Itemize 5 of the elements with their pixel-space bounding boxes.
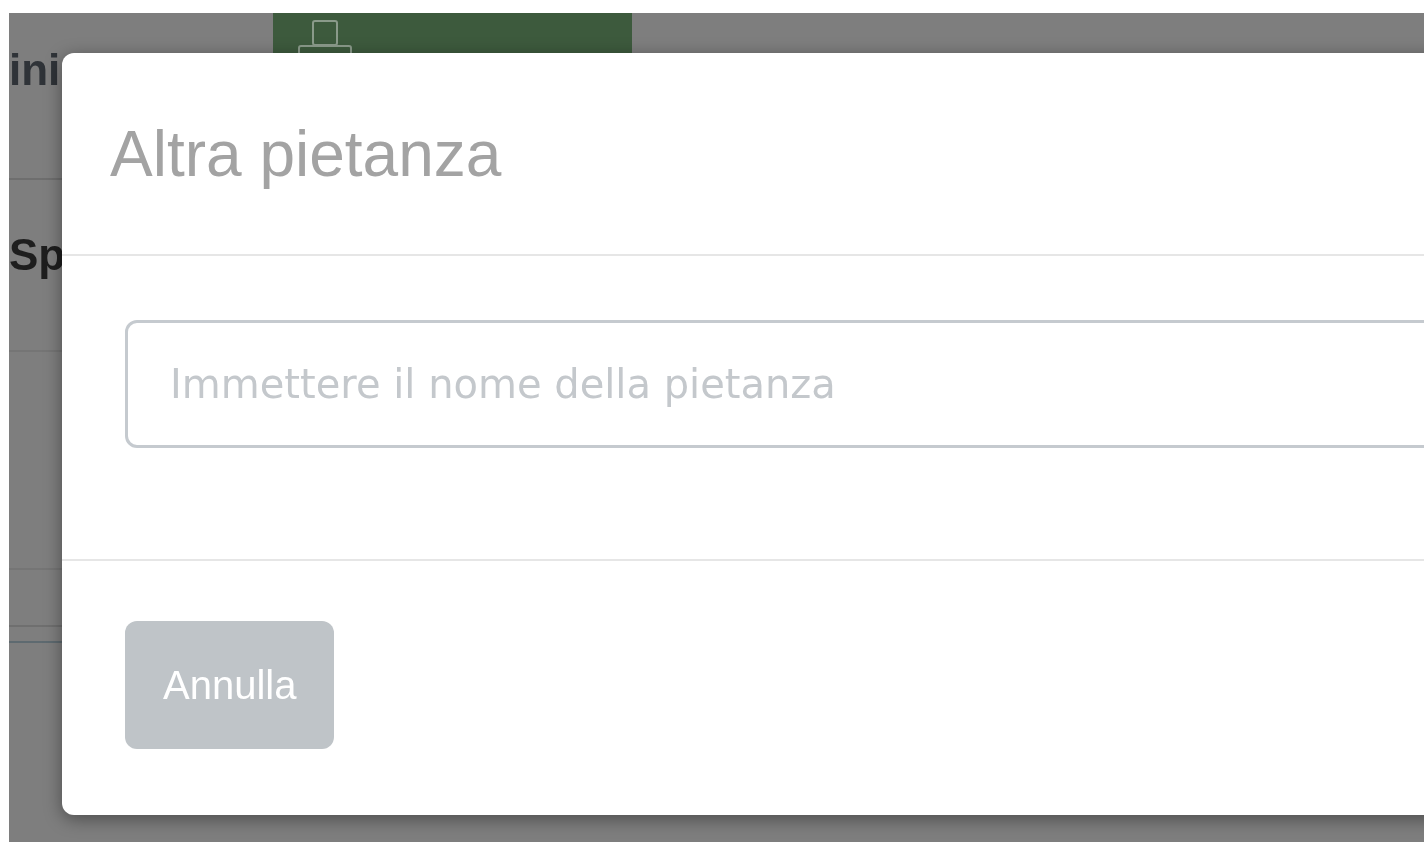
cancel-button[interactable]: Annulla: [125, 621, 335, 749]
section-heading: Sp: [9, 230, 67, 280]
dish-name-input[interactable]: Immettere il nome della pietanza: [125, 320, 1424, 448]
page-heading: ini: [9, 45, 62, 95]
dialog-title: Altra pietanza: [110, 116, 502, 191]
